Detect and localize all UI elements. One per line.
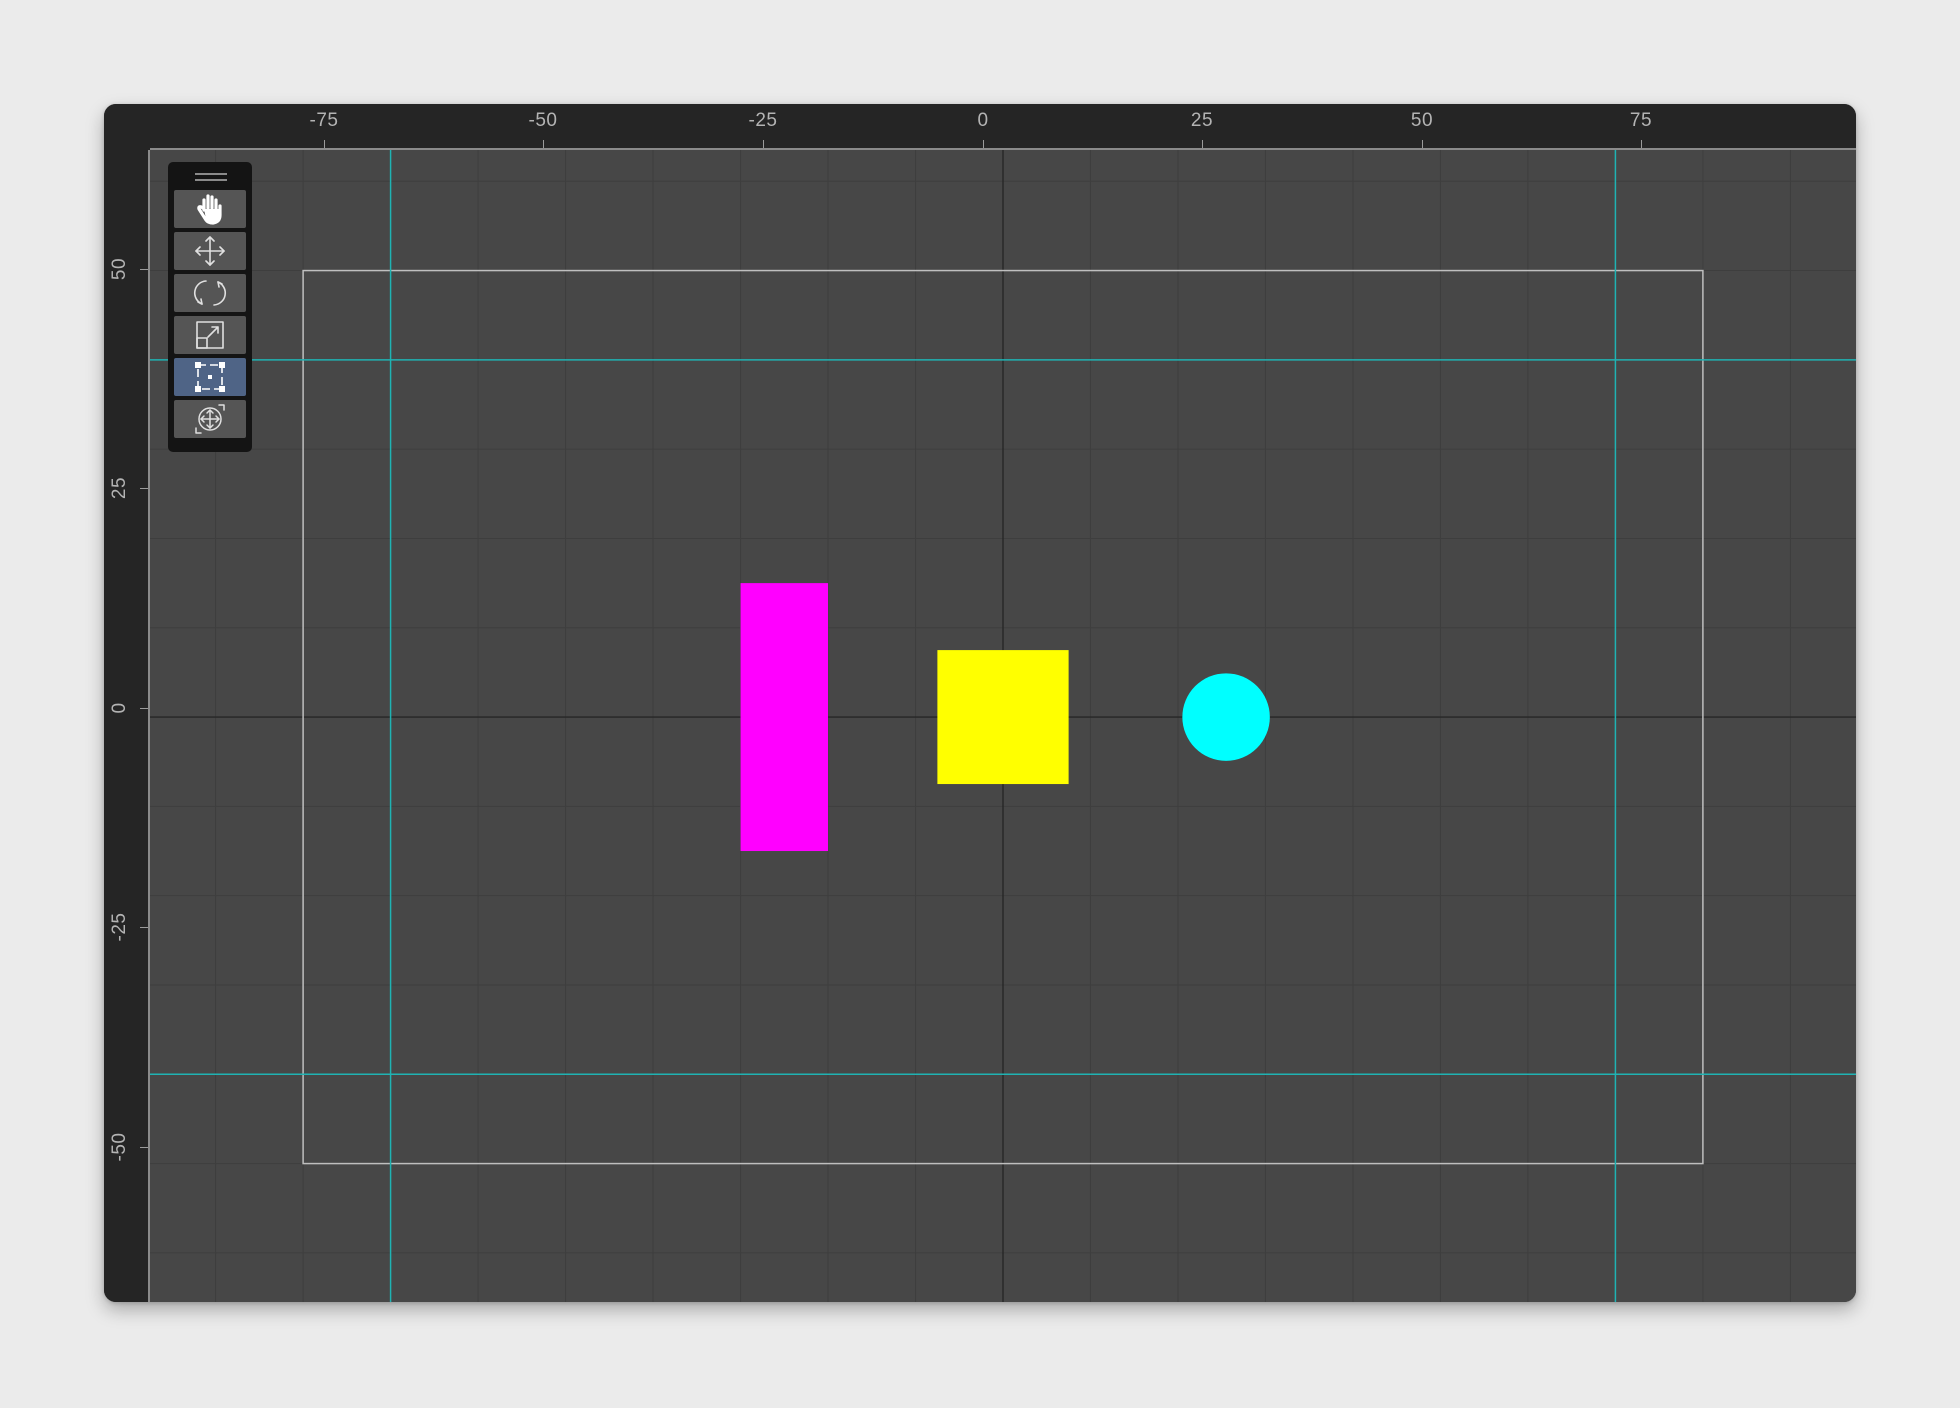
cyan-circle[interactable] <box>1182 673 1270 761</box>
ruler-tick <box>140 927 148 928</box>
tool-palette <box>168 162 252 452</box>
move-arrows-icon <box>195 236 225 266</box>
ruler-label-x: 75 <box>1629 110 1653 131</box>
ruler-label-y: 25 <box>109 476 130 500</box>
hand-tool-button[interactable] <box>174 190 246 228</box>
ruler-label-x: -75 <box>309 110 339 131</box>
ruler-label-y: -25 <box>109 912 130 942</box>
ruler-tick <box>1202 140 1203 148</box>
magenta-rectangle[interactable] <box>740 583 829 852</box>
scene-viewport[interactable] <box>150 150 1856 1302</box>
ruler-tick <box>543 140 544 148</box>
ruler-label-y: -50 <box>109 1132 130 1162</box>
ruler-label-y: 0 <box>109 702 130 714</box>
ruler-corner <box>104 104 150 150</box>
ruler-tick <box>983 140 984 148</box>
ruler-label-x: 25 <box>1190 110 1214 131</box>
vertical-ruler: 50 25 0 -25 -50 <box>104 150 150 1302</box>
rotate-tool-button[interactable] <box>174 274 246 312</box>
ruler-label-x: -25 <box>748 110 778 131</box>
rotate-icon <box>193 280 227 306</box>
ruler-tick <box>1641 140 1642 148</box>
ruler-tick <box>140 708 148 709</box>
move-tool-button[interactable] <box>174 232 246 270</box>
palette-drag-handle[interactable] <box>195 173 227 185</box>
ruler-tick <box>140 1147 148 1148</box>
transform-tool-button[interactable] <box>174 400 246 438</box>
scene-canvas-svg[interactable] <box>150 150 1856 1302</box>
ruler-label-x: -50 <box>528 110 558 131</box>
ruler-label-x: 0 <box>977 110 989 131</box>
rect-transform-tool-button[interactable] <box>174 358 246 396</box>
scale-icon <box>196 321 224 349</box>
ruler-tick <box>140 488 148 489</box>
ruler-tick <box>140 269 148 270</box>
ruler-tick <box>324 140 325 148</box>
ruler-tick <box>763 140 764 148</box>
scene-editor-window: -75 -50 -25 0 25 50 75 50 25 0 -25 -50 <box>104 104 1856 1302</box>
ruler-label-x: 50 <box>1410 110 1434 131</box>
ruler-tick <box>1422 140 1423 148</box>
scale-tool-button[interactable] <box>174 316 246 354</box>
horizontal-ruler: -75 -50 -25 0 25 50 75 <box>150 104 1856 150</box>
yellow-square[interactable] <box>937 650 1069 785</box>
rect-transform-icon <box>195 362 225 392</box>
transform-gizmo-icon <box>195 404 225 434</box>
ruler-label-y: 50 <box>109 257 130 281</box>
hand-icon <box>197 194 222 225</box>
